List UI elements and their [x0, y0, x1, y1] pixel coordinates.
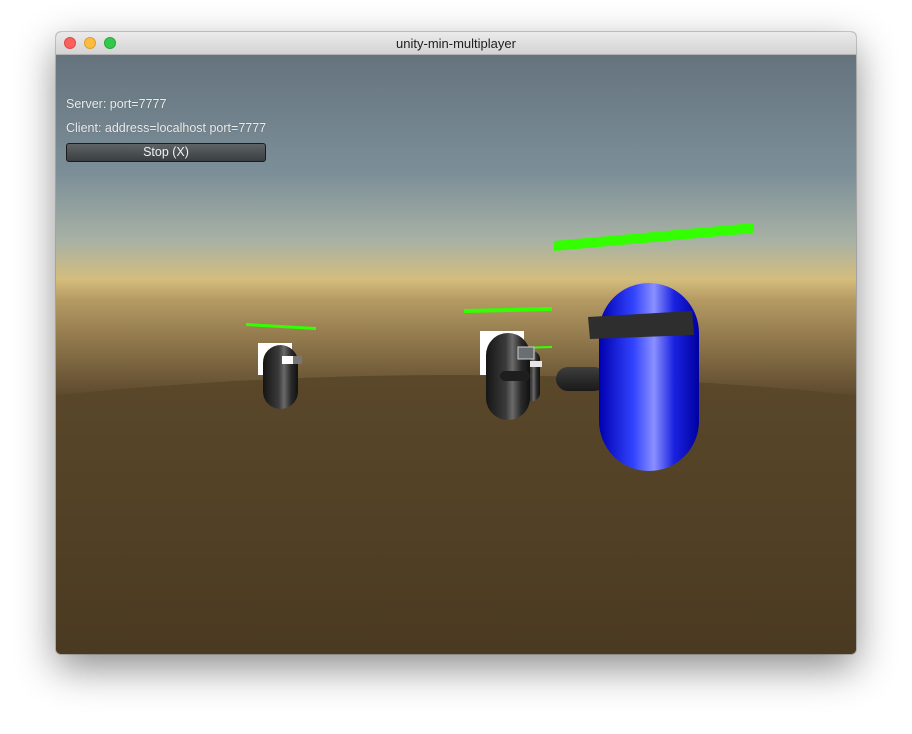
visor-side	[293, 356, 302, 364]
game-viewport[interactable]: Server: port=7777 Client: address=localh…	[56, 55, 856, 654]
visor	[530, 361, 542, 367]
title-bar[interactable]: unity-min-multiplayer	[56, 32, 856, 55]
ground	[56, 375, 856, 654]
window-title: unity-min-multiplayer	[396, 36, 516, 51]
gun	[556, 367, 606, 391]
visor	[282, 356, 293, 364]
player-body	[599, 283, 699, 471]
stop-button[interactable]: Stop (X)	[66, 143, 266, 162]
client-status: Client: address=localhost port=7777	[66, 121, 267, 135]
player-body	[263, 345, 298, 409]
app-window: unity-min-multiplayer Server: port=7777 …	[56, 32, 856, 654]
gun	[500, 371, 530, 381]
visor	[517, 346, 535, 360]
server-status: Server: port=7777	[66, 97, 167, 111]
